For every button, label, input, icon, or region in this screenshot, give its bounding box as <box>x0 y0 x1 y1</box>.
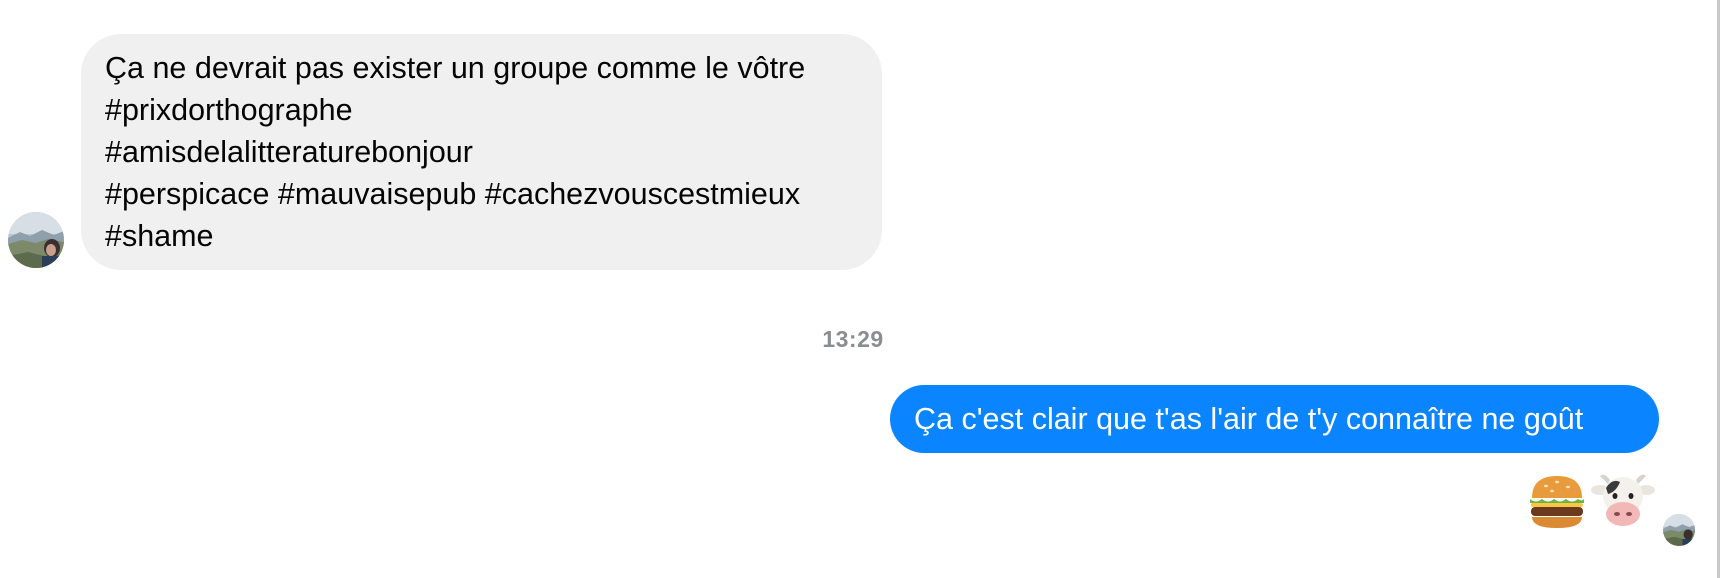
incoming-message-line: #shame <box>105 219 214 253</box>
hamburger-emoji-icon[interactable] <box>1524 468 1590 534</box>
message-timestamp: 13:29 <box>822 326 884 352</box>
seen-receipt-avatar <box>1663 514 1695 546</box>
incoming-message-line: #amisdelalitteraturebonjour <box>105 135 473 169</box>
incoming-message-line: Ça ne devrait pas exister un groupe comm… <box>105 51 806 85</box>
cow-face-emoji-icon[interactable] <box>1590 468 1656 534</box>
incoming-message-line: #perspicace #mauvaisepub #cachezvouscest… <box>105 177 801 211</box>
avatar-photo-icon <box>1663 514 1695 546</box>
sender-avatar[interactable] <box>8 212 64 268</box>
avatar-photo-icon <box>8 212 64 268</box>
outgoing-message-bubble[interactable]: Ça c'est clair que t'as l'air de t'y con… <box>890 385 1659 453</box>
incoming-message-line: #prixdorthographe <box>105 93 353 127</box>
incoming-message-bubble[interactable]: Ça ne devrait pas exister un groupe comm… <box>81 34 882 270</box>
outgoing-message-text: Ça c'est clair que t'as l'air de t'y con… <box>914 402 1584 436</box>
